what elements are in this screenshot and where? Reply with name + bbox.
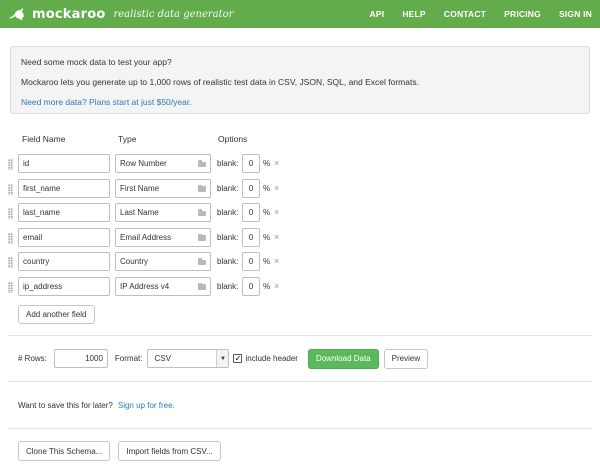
drag-handle-icon[interactable] (8, 159, 13, 170)
sign-up-link[interactable]: Sign up for free. (118, 401, 175, 410)
nav-pricing[interactable]: PRICING (504, 9, 541, 19)
intro-headline: Need some mock data to test your app? (21, 57, 172, 67)
brand-name: mockaroo (32, 6, 106, 22)
field-type-picker[interactable]: Last Name (115, 203, 211, 222)
drag-handle-icon[interactable] (8, 232, 13, 244)
field-type-picker[interactable]: First Name (115, 178, 211, 198)
remove-field-icon[interactable]: × (274, 183, 279, 193)
percent-sign: % (263, 183, 271, 193)
options-header: Options (218, 134, 248, 144)
blank-label: blank: (217, 159, 239, 168)
rows-input[interactable]: 1000 (53, 349, 108, 368)
format-label: Format: (114, 354, 143, 363)
brand-tagline: realistic data generator (113, 8, 234, 20)
folder-icon (198, 184, 206, 192)
field-type-value: Row Number (120, 159, 167, 168)
remove-field-icon[interactable]: × (274, 232, 279, 242)
drag-handle-icon[interactable] (8, 208, 13, 219)
field-row-country: country Country blank: 0 % × (0, 252, 600, 277)
field-type-picker[interactable]: IP Address v4 (115, 276, 211, 296)
include-header-checkbox[interactable]: ✓ (233, 354, 243, 363)
remove-field-icon[interactable]: × (274, 256, 279, 266)
rows-label: # Rows: (18, 354, 47, 363)
blank-percent-input[interactable]: 0 (242, 154, 260, 173)
field-name-input[interactable]: email (18, 227, 110, 247)
percent-sign: % (263, 232, 271, 242)
remove-field-icon[interactable]: × (274, 281, 279, 291)
nav-contact[interactable]: CONTACT (444, 9, 486, 19)
field-row-ip-address: ip_address IP Address v4 blank: 0 % × (0, 276, 600, 302)
field-name-input[interactable]: last_name (18, 203, 110, 222)
field-type-picker[interactable]: Email Address (115, 227, 211, 247)
remove-field-icon[interactable]: × (274, 207, 279, 217)
field-name-header: Field Name (22, 134, 66, 144)
drag-handle-icon[interactable] (8, 257, 13, 268)
intro-description: Mockaroo lets you generate up to 1,000 r… (21, 77, 419, 87)
percent-sign: % (263, 257, 271, 266)
field-row-id: id Row Number blank: 0 % × (0, 154, 600, 179)
intro-panel: Need some mock data to test your app? Mo… (10, 46, 590, 114)
field-type-value: IP Address v4 (120, 281, 170, 291)
field-type-picker[interactable]: Country (115, 252, 211, 271)
blank-percent-input[interactable]: 0 (242, 276, 260, 296)
folder-icon (198, 282, 206, 290)
field-row-first-name: first_name First Name blank: 0 % × (0, 178, 600, 204)
type-header: Type (118, 134, 137, 144)
import-fields-button[interactable]: Import fields from CSV... (118, 441, 221, 461)
folder-icon (198, 209, 206, 216)
blank-label: blank: (217, 232, 239, 242)
generation-options: # Rows: 1000 Format: CSV ▼ ✓ include hea… (0, 336, 600, 381)
schema-fields: Field Name Type Options id Row Number bl… (0, 134, 600, 324)
folder-icon (198, 258, 206, 265)
blank-percent-input[interactable]: 0 (242, 203, 260, 222)
nav-sign-in[interactable]: SIGN IN (559, 9, 592, 19)
nav-help[interactable]: HELP (402, 9, 425, 19)
field-type-value: First Name (120, 183, 160, 193)
nav-links: API HELP CONTACT PRICING SIGN IN (370, 9, 592, 19)
field-column-headers: Field Name Type Options (0, 134, 600, 146)
pricing-link[interactable]: Need more data? Plans start at just $50/… (21, 97, 192, 107)
percent-sign: % (263, 281, 271, 291)
nav-api[interactable]: API (370, 9, 385, 19)
save-prompt: Want to save this for later? Sign up for… (0, 382, 600, 428)
blank-percent-input[interactable]: 0 (242, 178, 260, 198)
blank-percent-input[interactable]: 0 (242, 252, 260, 271)
brand[interactable]: mockaroo realistic data generator (8, 7, 233, 22)
chevron-down-icon: ▼ (216, 350, 229, 367)
field-row-last-name: last_name Last Name blank: 0 % × (0, 203, 600, 228)
percent-sign: % (263, 159, 271, 168)
field-row-email: email Email Address blank: 0 % × (0, 227, 600, 253)
drag-handle-icon[interactable] (8, 281, 13, 293)
blank-label: blank: (217, 208, 239, 217)
field-name-input[interactable]: ip_address (18, 276, 110, 296)
field-type-value: Last Name (120, 208, 159, 217)
kangaroo-logo-icon (9, 8, 24, 20)
field-type-value: Country (120, 257, 149, 266)
schema-actions: Clone This Schema... Import fields from … (0, 429, 600, 473)
folder-icon (198, 160, 206, 167)
top-navigation-bar: mockaroo realistic data generator API HE… (0, 0, 600, 28)
include-header-label: include header (245, 354, 298, 363)
field-name-input[interactable]: country (18, 252, 110, 271)
percent-sign: % (263, 208, 271, 217)
blank-label: blank: (217, 281, 239, 291)
drag-handle-icon[interactable] (8, 183, 13, 195)
field-name-input[interactable]: first_name (18, 178, 110, 198)
download-data-button[interactable]: Download Data (307, 348, 379, 369)
folder-icon (198, 233, 206, 241)
field-type-value: Email Address (120, 232, 172, 242)
field-name-input[interactable]: id (18, 154, 110, 173)
save-prompt-text: Want to save this for later? (18, 400, 113, 410)
clone-schema-button[interactable]: Clone This Schema... (18, 441, 111, 461)
blank-label: blank: (217, 257, 239, 266)
field-type-picker[interactable]: Row Number (115, 154, 211, 173)
remove-field-icon[interactable]: × (274, 158, 279, 168)
add-field-button[interactable]: Add another field (18, 305, 95, 324)
blank-percent-input[interactable]: 0 (242, 227, 260, 247)
preview-button[interactable]: Preview (383, 348, 429, 369)
blank-label: blank: (217, 183, 239, 193)
format-value: CSV (154, 354, 171, 363)
format-select[interactable]: CSV ▼ (147, 349, 230, 368)
